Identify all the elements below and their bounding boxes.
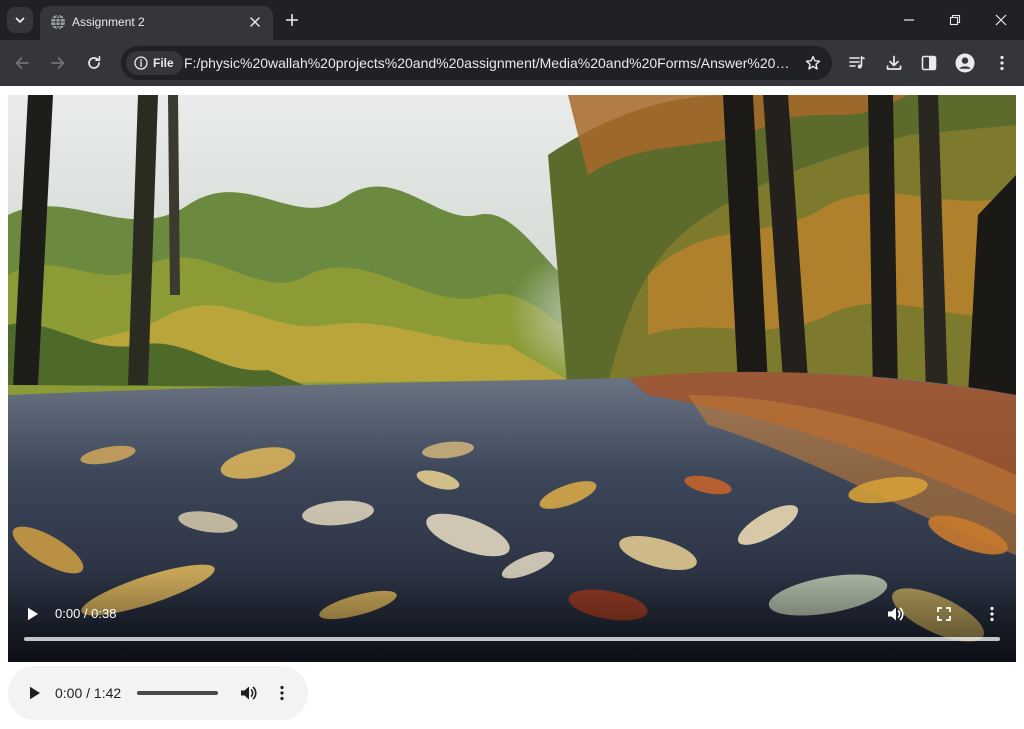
media-control-button[interactable] (843, 49, 871, 77)
downloads-button[interactable] (880, 49, 908, 77)
kebab-menu-icon (280, 685, 284, 701)
info-icon (134, 56, 148, 70)
site-info-label: File (153, 56, 174, 70)
restore-button[interactable] (932, 0, 978, 40)
audio-seek-bar[interactable] (137, 691, 218, 695)
play-icon (28, 607, 38, 621)
minimize-button[interactable] (886, 0, 932, 40)
video-fullscreen-button[interactable] (932, 602, 956, 626)
kebab-menu-icon (1000, 55, 1004, 71)
browser-menu-button[interactable] (988, 49, 1016, 77)
restore-icon (949, 14, 961, 26)
video-player[interactable]: 0:00 / 0:38 (8, 95, 1016, 662)
audio-player[interactable]: 0:00 / 1:42 (8, 666, 308, 720)
video-progress-bar[interactable] (24, 637, 1000, 641)
arrow-right-icon (51, 57, 65, 69)
audio-time-display: 0:00 / 1:42 (55, 685, 122, 701)
video-time-display: 0:00 / 0:38 (55, 606, 117, 621)
video-controls-overlay (8, 572, 1016, 662)
tab-strip: Assignment 2 (0, 0, 1024, 40)
audio-play-button[interactable] (24, 682, 46, 704)
bookmark-button[interactable] (802, 52, 824, 74)
arrow-left-icon (15, 57, 29, 69)
tab-close-button[interactable] (245, 12, 265, 32)
tab-search-button[interactable] (7, 7, 33, 33)
fullscreen-icon (937, 607, 951, 621)
side-panel-icon (921, 55, 937, 71)
site-info-chip[interactable]: File (126, 51, 183, 75)
new-tab-button[interactable] (280, 8, 304, 32)
video-play-button[interactable] (22, 603, 44, 625)
volume-icon (241, 686, 257, 700)
close-window-button[interactable] (978, 0, 1024, 40)
play-icon (30, 686, 40, 700)
profile-button[interactable] (951, 49, 979, 77)
back-button[interactable] (8, 49, 36, 77)
forward-button[interactable] (44, 49, 72, 77)
audio-more-button[interactable] (270, 681, 294, 705)
url-text[interactable]: F:/physic%20wallah%20projects%20and%20as… (184, 55, 790, 71)
video-volume-button[interactable] (884, 602, 908, 626)
globe-icon (51, 14, 65, 30)
close-icon (995, 14, 1007, 26)
chevron-down-icon (15, 17, 25, 23)
plus-icon (286, 14, 298, 26)
tab-assignment-2[interactable]: Assignment 2 (40, 6, 273, 40)
media-control-icon (849, 56, 865, 69)
audio-volume-button[interactable] (237, 681, 261, 705)
reload-icon (88, 55, 101, 69)
kebab-menu-icon (990, 606, 994, 622)
close-icon (250, 17, 260, 27)
download-icon (886, 55, 902, 70)
profile-icon (955, 53, 975, 73)
volume-icon (888, 607, 904, 621)
browser-toolbar: File F:/physic%20wallah%20projects%20and… (0, 40, 1024, 86)
tab-title: Assignment 2 (72, 15, 145, 29)
reload-button[interactable] (80, 49, 108, 77)
star-icon (805, 55, 821, 70)
side-panel-button[interactable] (915, 49, 943, 77)
video-more-button[interactable] (980, 602, 1004, 626)
minimize-icon (904, 19, 914, 21)
address-bar[interactable]: File F:/physic%20wallah%20projects%20and… (121, 46, 832, 80)
